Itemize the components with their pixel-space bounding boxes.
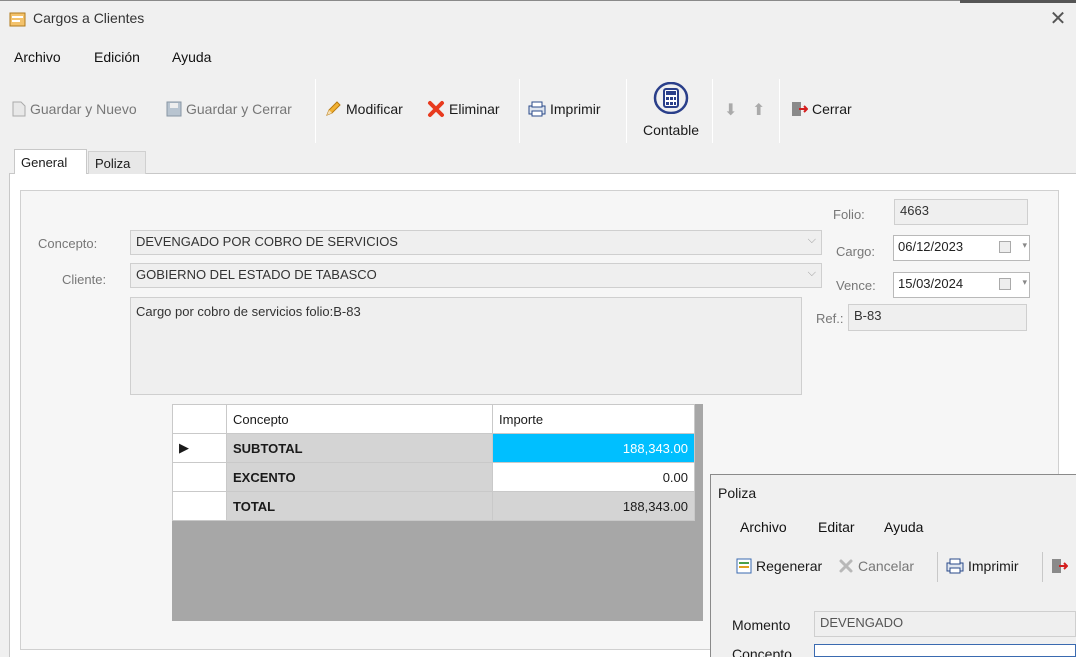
- concepto-combo[interactable]: DEVENGADO POR COBRO DE SERVICIOS ⌵: [130, 230, 822, 255]
- regenerate-icon: [736, 558, 752, 574]
- eliminar-button[interactable]: Eliminar: [427, 97, 500, 121]
- poliza-menu-ayuda[interactable]: Ayuda: [884, 519, 923, 535]
- chevron-down-icon[interactable]: ▾: [1022, 277, 1027, 288]
- cargo-label: Cargo:: [836, 244, 876, 259]
- cell-importe[interactable]: 188,343.00: [492, 433, 695, 463]
- cancel-x-icon: [839, 559, 853, 573]
- guardar-cerrar-button[interactable]: Guardar y Cerrar: [166, 97, 292, 121]
- row-header-corner: [172, 404, 227, 434]
- guardar-nuevo-label: Guardar y Nuevo: [30, 101, 137, 117]
- imprimir-button[interactable]: Imprimir: [528, 97, 601, 121]
- cliente-combo[interactable]: GOBIERNO DEL ESTADO DE TABASCO ⌵: [130, 263, 822, 288]
- cliente-value: GOBIERNO DEL ESTADO DE TABASCO: [136, 267, 377, 282]
- calculator-icon: [653, 82, 689, 114]
- window-title: Cargos a Clientes: [33, 10, 145, 26]
- cerrar-label: Cerrar: [812, 101, 852, 117]
- save-icon: [166, 101, 182, 117]
- cerrar-button[interactable]: Cerrar: [790, 97, 852, 121]
- exit-door-icon: [792, 102, 808, 116]
- cell-importe[interactable]: 0.00: [492, 462, 695, 492]
- poliza-imprimir-label: Imprimir: [968, 558, 1019, 574]
- guardar-cerrar-label: Guardar y Cerrar: [186, 101, 292, 117]
- table-row[interactable]: TOTAL 188,343.00: [172, 491, 695, 521]
- cancelar-label: Cancelar: [858, 558, 915, 574]
- poliza-imprimir-button[interactable]: Imprimir: [946, 554, 1019, 578]
- close-window-button[interactable]: ✕: [1045, 6, 1071, 32]
- concepto-value: DEVENGADO POR COBRO DE SERVICIOS: [136, 234, 398, 249]
- cancelar-button[interactable]: Cancelar: [838, 554, 914, 578]
- chevron-down-icon[interactable]: ⌵: [808, 234, 816, 247]
- descripcion-textarea[interactable]: Cargo por cobro de servicios folio:B-83: [130, 297, 802, 395]
- cargo-value: 06/12/2023: [898, 239, 964, 254]
- modificar-button[interactable]: Modificar: [324, 97, 403, 121]
- row-header[interactable]: [172, 491, 227, 521]
- chevron-down-icon[interactable]: ▾: [1022, 240, 1027, 251]
- cargo-date-picker[interactable]: 06/12/2023 ▾: [893, 235, 1030, 261]
- imprimir-label: Imprimir: [550, 101, 601, 117]
- toolbar-separator: [626, 79, 627, 143]
- ref-label: Ref.:: [816, 311, 844, 326]
- vence-value: 15/03/2024: [898, 276, 964, 291]
- cell-concepto[interactable]: SUBTOTAL: [226, 433, 493, 463]
- poliza-concepto-label: Concepto: [732, 646, 792, 657]
- ref-field[interactable]: B-83: [848, 304, 1027, 331]
- guardar-nuevo-button[interactable]: Guardar y Nuevo: [12, 97, 137, 121]
- poliza-menu-editar[interactable]: Editar: [818, 519, 855, 535]
- table-row[interactable]: ▶ SUBTOTAL 188,343.00: [172, 433, 695, 463]
- header-concepto[interactable]: Concepto: [226, 404, 493, 434]
- title-accent-line: [960, 0, 1076, 3]
- title-bar: [0, 0, 1076, 40]
- calendar-icon[interactable]: [999, 241, 1011, 253]
- arrow-down-icon[interactable]: ⬇: [724, 100, 737, 120]
- cell-concepto[interactable]: TOTAL: [226, 491, 493, 521]
- chevron-down-icon[interactable]: ⌵: [808, 267, 816, 280]
- document-icon: [12, 101, 26, 117]
- modificar-label: Modificar: [346, 101, 403, 117]
- printer-icon: [946, 558, 964, 574]
- cell-importe[interactable]: 188,343.00: [492, 491, 695, 521]
- regenerar-label: Regenerar: [756, 558, 823, 574]
- momento-field[interactable]: DEVENGADO: [814, 611, 1076, 637]
- menu-bar: [0, 42, 1076, 72]
- menu-ayuda[interactable]: Ayuda: [172, 49, 211, 65]
- concepto-label: Concepto:: [38, 236, 98, 251]
- vence-date-picker[interactable]: 15/03/2024 ▾: [893, 272, 1030, 298]
- folio-field: 4663: [894, 199, 1028, 225]
- vence-label: Vence:: [836, 278, 876, 293]
- menu-edicion[interactable]: Edición: [94, 49, 140, 65]
- toolbar-separator: [712, 79, 713, 143]
- pencil-icon: [326, 101, 341, 116]
- tab-poliza[interactable]: Poliza: [88, 151, 146, 174]
- grid-header-row: Concepto Importe: [172, 404, 695, 434]
- momento-label: Momento: [732, 617, 791, 633]
- arrow-up-icon[interactable]: ⬆: [752, 100, 765, 120]
- toolbar-separator: [519, 79, 520, 143]
- regenerar-button[interactable]: Regenerar: [736, 554, 822, 578]
- toolbar-separator: [779, 79, 780, 143]
- poliza-menu-archivo[interactable]: Archivo: [740, 519, 787, 535]
- poliza-concepto-input[interactable]: [814, 644, 1076, 657]
- exit-door-icon[interactable]: [1050, 557, 1068, 575]
- cell-concepto[interactable]: EXCENTO: [226, 462, 493, 492]
- app-icon: [9, 12, 26, 27]
- poliza-window-title: Poliza: [718, 485, 757, 501]
- printer-icon: [528, 101, 546, 117]
- eliminar-label: Eliminar: [449, 101, 500, 117]
- menu-archivo[interactable]: Archivo: [14, 49, 61, 65]
- delete-x-icon: [428, 101, 444, 117]
- row-header[interactable]: [172, 462, 227, 492]
- table-row[interactable]: EXCENTO 0.00: [172, 462, 695, 492]
- folio-label: Folio:: [833, 207, 865, 222]
- toolbar-separator: [315, 79, 316, 143]
- calendar-icon[interactable]: [999, 278, 1011, 290]
- cliente-label: Cliente:: [62, 272, 107, 287]
- conceptos-grid: Concepto Importe ▶ SUBTOTAL 188,343.00 E…: [172, 404, 703, 621]
- tab-general[interactable]: General: [14, 149, 87, 174]
- contable-label: Contable: [642, 122, 700, 138]
- toolbar-separator: [937, 552, 938, 582]
- toolbar-separator: [1042, 552, 1043, 582]
- contable-button[interactable]: Contable: [634, 82, 708, 142]
- header-importe[interactable]: Importe: [492, 404, 695, 434]
- row-pointer-icon[interactable]: ▶: [172, 433, 227, 463]
